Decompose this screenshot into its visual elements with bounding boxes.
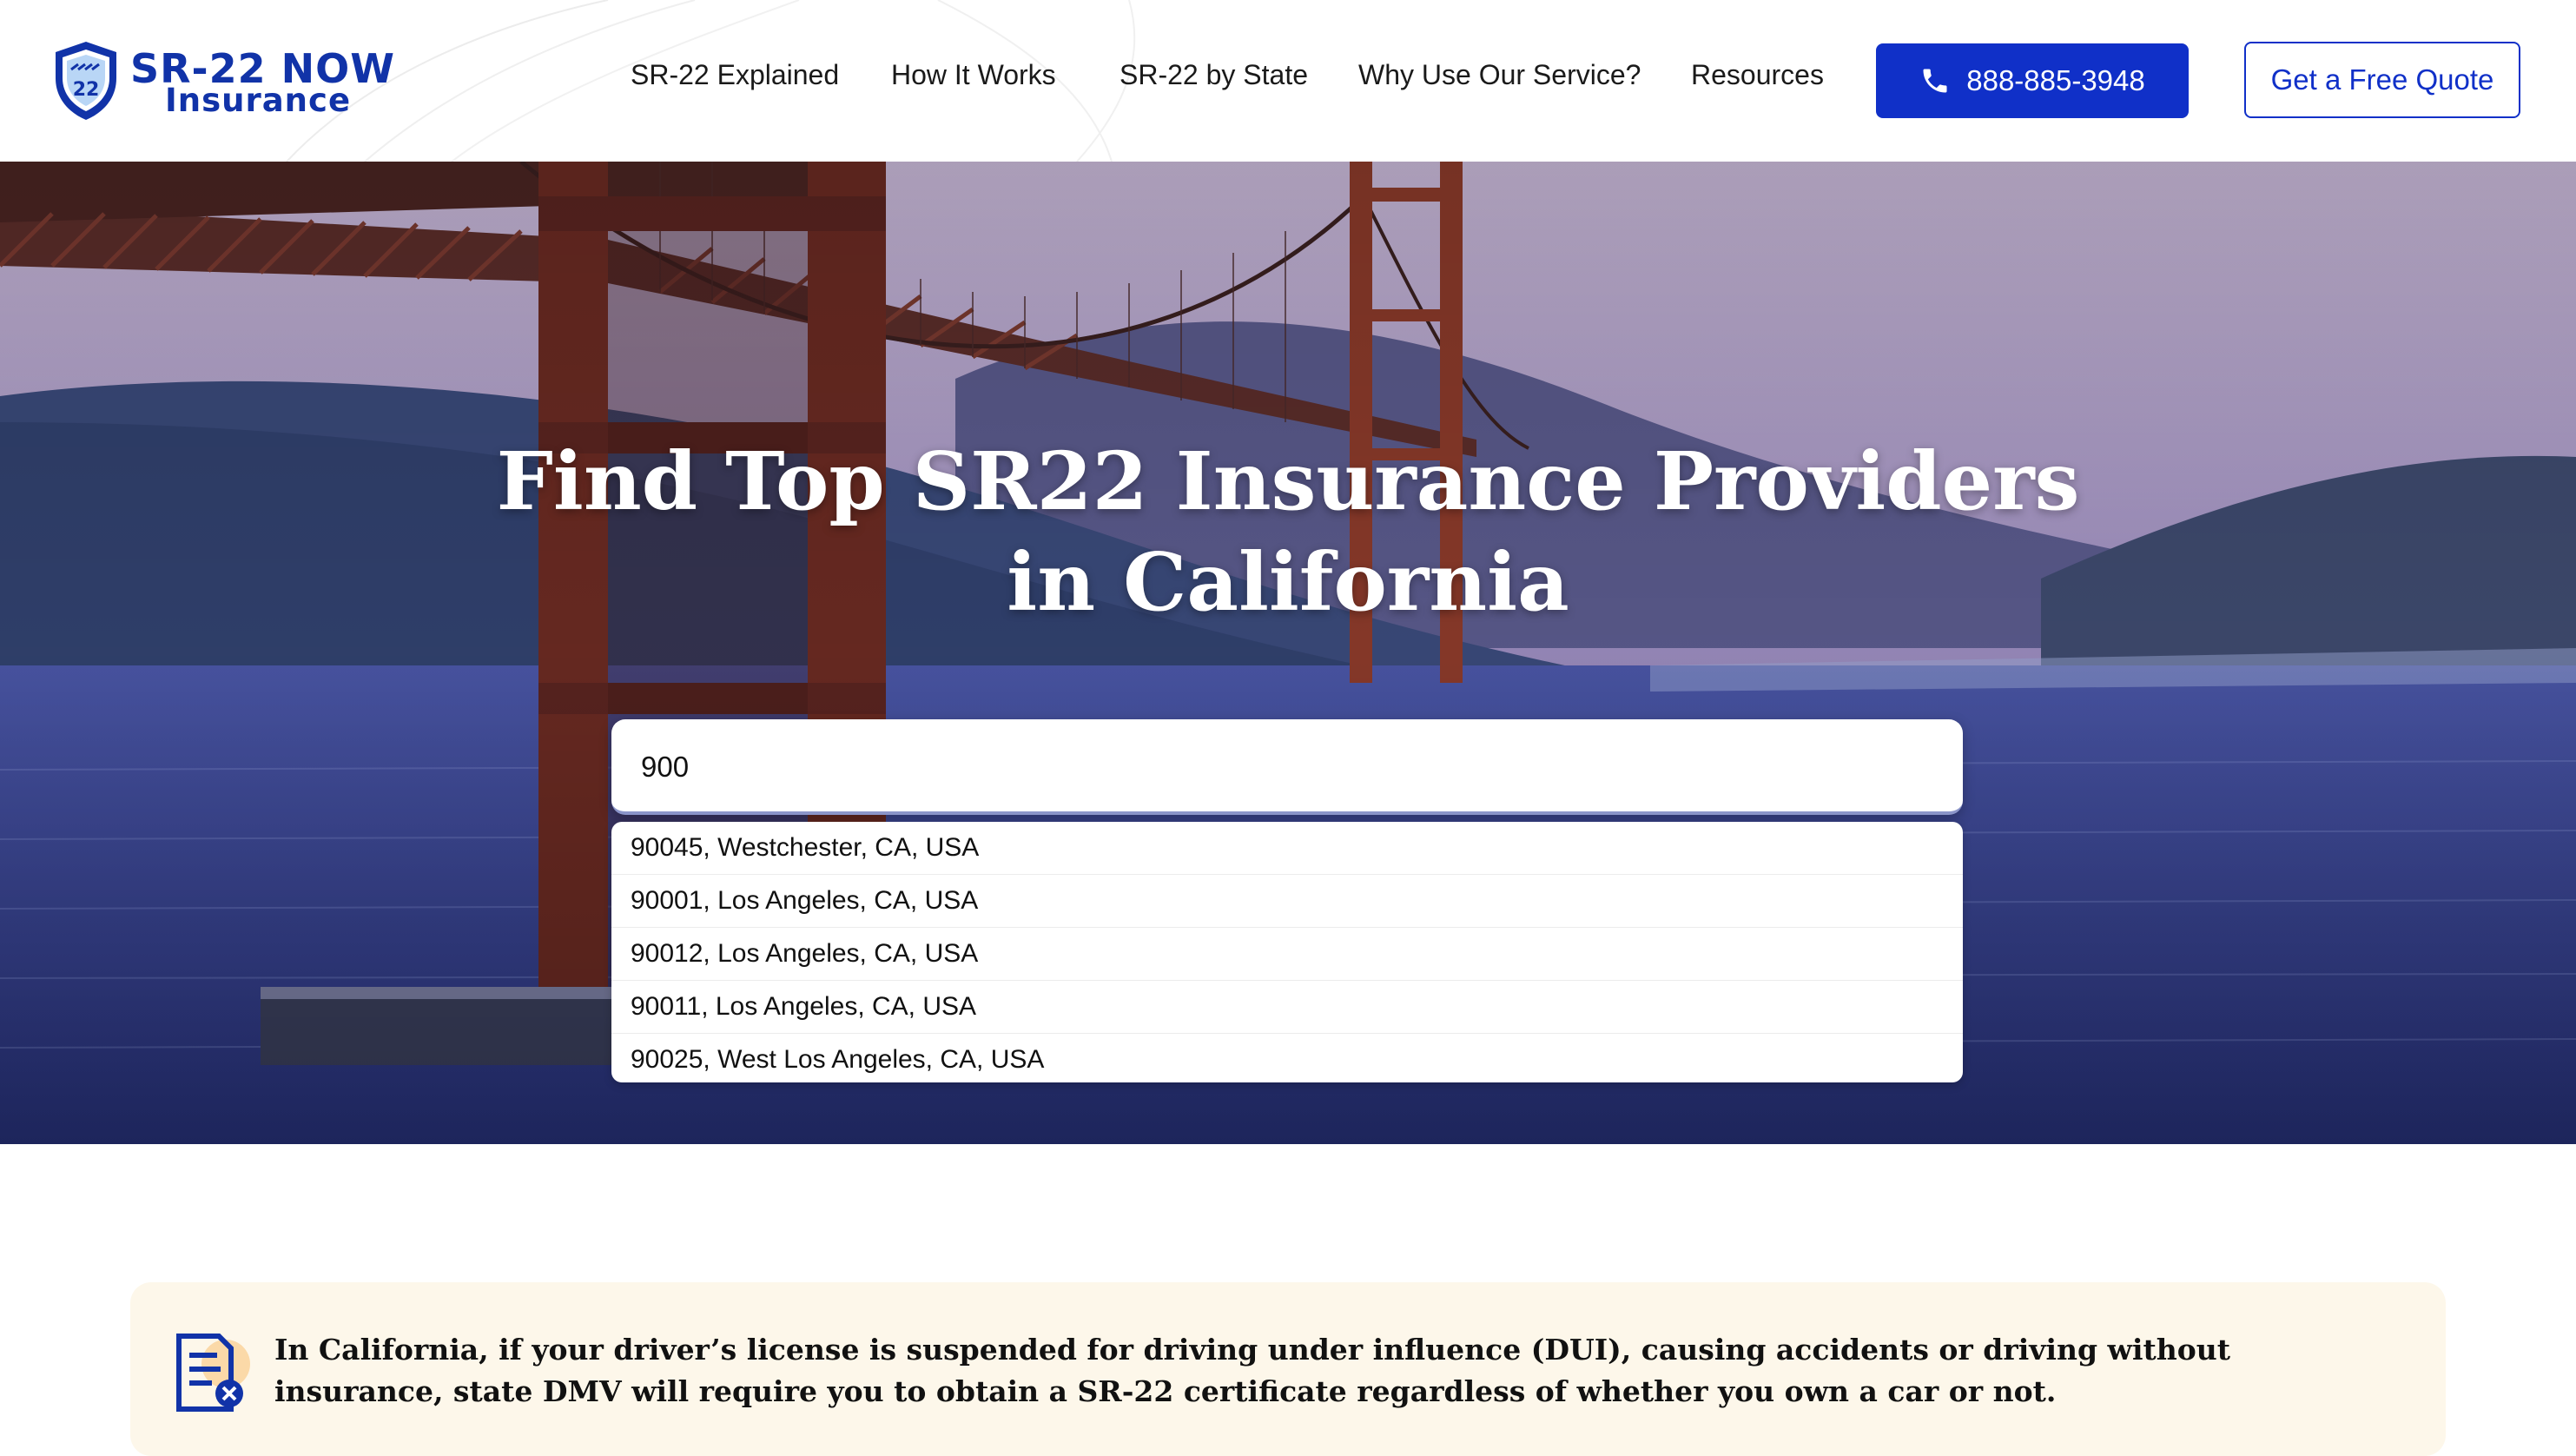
- phone-icon: [1923, 69, 1947, 93]
- hero-section: Find Top SR22 Insurance Providers in Cal…: [0, 162, 2576, 1144]
- get-free-quote-button[interactable]: Get a Free Quote: [2244, 42, 2520, 118]
- phone-button[interactable]: 888-885-3948: [1876, 43, 2189, 118]
- phone-number: 888-885-3948: [1966, 64, 2145, 96]
- nav-how-it-works[interactable]: How It Works: [891, 59, 1056, 91]
- suggestion-dropdown: 90045, Westchester, CA, USA 90001, Los A…: [611, 822, 1963, 1082]
- zip-search-input[interactable]: [639, 740, 1928, 794]
- site-logo[interactable]: 22 SR-22 NOW Insurance: [50, 38, 394, 125]
- zip-search-box: [611, 719, 1963, 815]
- document-icon: [176, 1334, 250, 1412]
- logo-subtitle: Insurance: [165, 82, 352, 119]
- hero-title-line-2: in California: [1007, 535, 1569, 629]
- suggestion-item[interactable]: 90045, Westchester, CA, USA: [611, 822, 1963, 875]
- site-header: 22 SR-22 NOW Insurance SR-22 Explained H…: [0, 0, 2576, 162]
- nav-sr22-by-state[interactable]: SR-22 by State: [1120, 59, 1308, 91]
- nav-sr22-explained[interactable]: SR-22 Explained: [631, 59, 839, 91]
- nav-resources[interactable]: Resources: [1691, 59, 1824, 91]
- nav-why-use-our-service[interactable]: Why Use Our Service?: [1358, 59, 1641, 91]
- suggestion-item[interactable]: 90012, Los Angeles, CA, USA: [611, 928, 1963, 981]
- shield-icon: 22: [56, 42, 116, 120]
- suggestion-item[interactable]: 90025, West Los Angeles, CA, USA: [611, 1034, 1963, 1082]
- hero-title-line-1: Find Top SR22 Insurance Providers: [496, 434, 2080, 528]
- logo-badge-text: 22: [73, 79, 100, 101]
- info-card-text: In California, if your driver’s license …: [274, 1333, 2230, 1408]
- california-info-card: In California, if your driver’s license …: [130, 1282, 2446, 1456]
- suggestion-item[interactable]: 90001, Los Angeles, CA, USA: [611, 875, 1963, 928]
- hero-title: Find Top SR22 Insurance Providers in Cal…: [0, 431, 2576, 632]
- suggestion-item[interactable]: 90011, Los Angeles, CA, USA: [611, 981, 1963, 1034]
